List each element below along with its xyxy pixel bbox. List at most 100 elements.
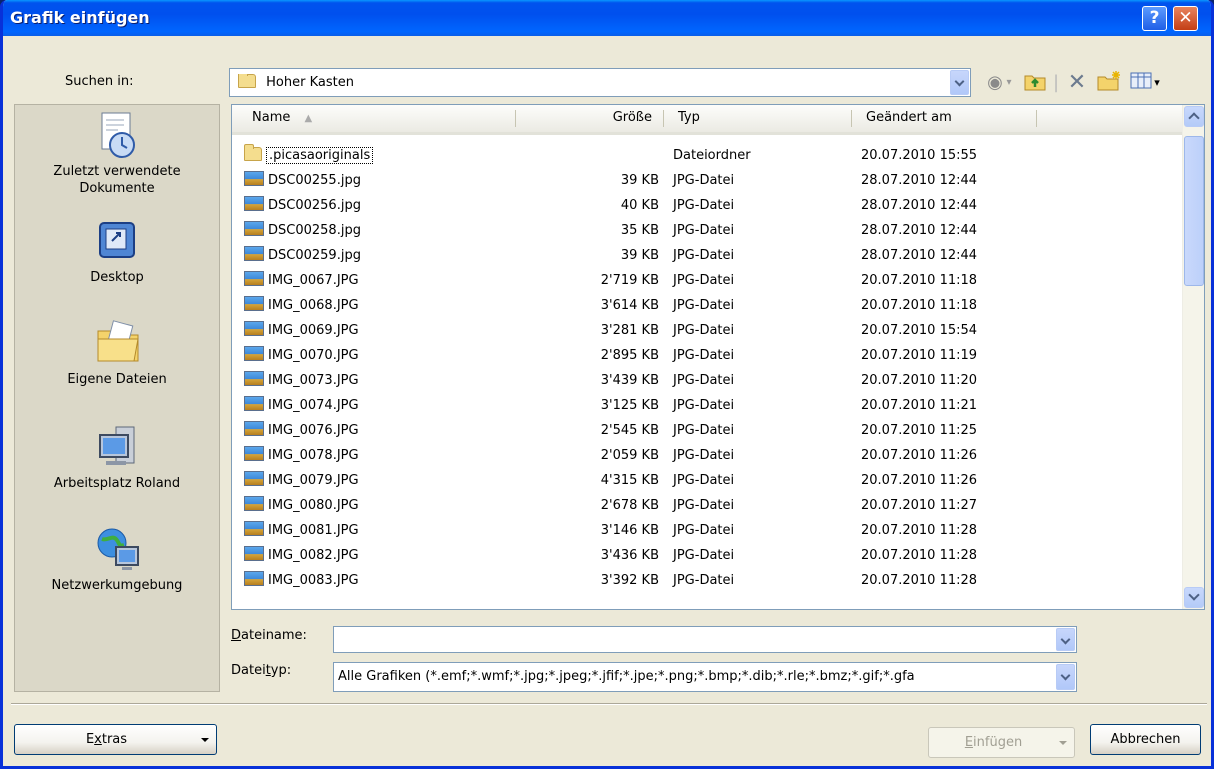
table-row[interactable]: IMG_0080.JPG 2'678 KB JPG-Datei 20.07.2010 … xyxy=(232,493,1184,518)
file-type: JPG-Datei xyxy=(673,173,735,188)
file-name-cell[interactable]: IMG_0067.JPG xyxy=(244,268,514,293)
file-size: 2'678 KB xyxy=(600,498,659,513)
file-name: IMG_0082.JPG xyxy=(268,548,359,563)
filename-input[interactable] xyxy=(336,629,1052,650)
table-row[interactable]: IMG_0076.JPG 2'545 KB JPG-Datei 20.07.2010 … xyxy=(232,418,1184,443)
extras-button[interactable]: Extras xyxy=(14,724,217,755)
file-name: IMG_0081.JPG xyxy=(268,523,359,538)
file-type: JPG-Datei xyxy=(673,498,735,513)
place-recent[interactable]: Zuletzt verwendete Dokumente xyxy=(15,111,219,197)
table-row[interactable]: IMG_0069.JPG 3'281 KB JPG-Datei 20.07.2010 … xyxy=(232,318,1184,343)
table-row[interactable]: IMG_0081.JPG 3'146 KB JPG-Datei 20.07.2010 … xyxy=(232,518,1184,543)
file-name-cell[interactable]: IMG_0081.JPG xyxy=(244,518,514,543)
table-row[interactable]: .picasaoriginals Dateiordner 20.07.2010 15… xyxy=(232,143,1184,168)
file-name-cell[interactable]: .picasaoriginals xyxy=(244,143,514,168)
look-in-combobox[interactable]: Hoher Kasten xyxy=(229,68,971,97)
table-row[interactable]: IMG_0070.JPG 2'895 KB JPG-Datei 20.07.2010 … xyxy=(232,343,1184,368)
file-list[interactable]: Name ▲ Größe Typ Geändert am .picasaorig… xyxy=(231,104,1205,610)
file-size: 3'436 KB xyxy=(600,548,659,563)
file-name-cell[interactable]: DSC00255.jpg xyxy=(244,168,514,193)
file-name-cell[interactable]: IMG_0074.JPG xyxy=(244,393,514,418)
column-header-size-text: Größe xyxy=(612,110,652,125)
table-row[interactable]: IMG_0068.JPG 3'614 KB JPG-Datei 20.07.2010 … xyxy=(232,293,1184,318)
file-type: JPG-Datei xyxy=(673,298,735,313)
file-name: IMG_0069.JPG xyxy=(268,323,359,338)
file-name-cell[interactable]: IMG_0079.JPG xyxy=(244,468,514,493)
views-dropdown-icon[interactable]: ▾ xyxy=(1150,70,1164,96)
close-button[interactable]: ✕ xyxy=(1173,6,1198,31)
file-name-cell[interactable]: DSC00259.jpg xyxy=(244,243,514,268)
table-row[interactable]: IMG_0083.JPG 3'392 KB JPG-Datei 20.07.2010 … xyxy=(232,568,1184,593)
file-size: 3'392 KB xyxy=(600,573,659,588)
image-file-icon xyxy=(244,271,264,286)
file-name-cell[interactable]: IMG_0069.JPG xyxy=(244,318,514,343)
file-name-cell[interactable]: IMG_0083.JPG xyxy=(244,568,514,593)
file-name-cell[interactable]: IMG_0073.JPG xyxy=(244,368,514,393)
table-row[interactable]: IMG_0067.JPG 2'719 KB JPG-Datei 20.07.2010 … xyxy=(232,268,1184,293)
table-row[interactable]: IMG_0074.JPG 3'125 KB JPG-Datei 20.07.2010 … xyxy=(232,393,1184,418)
chevron-down-icon[interactable] xyxy=(950,70,969,95)
image-file-icon xyxy=(244,396,264,411)
table-row[interactable]: DSC00256.jpg 40 KB JPG-Datei 28.07.2010 12:… xyxy=(232,193,1184,218)
filename-combobox[interactable] xyxy=(333,626,1077,653)
file-type: JPG-Datei xyxy=(673,423,735,438)
column-header-name[interactable]: Name ▲ xyxy=(238,105,516,132)
cancel-button[interactable]: Abbrechen xyxy=(1090,724,1201,755)
file-type: JPG-Datei xyxy=(673,348,735,363)
scroll-down-button[interactable] xyxy=(1184,587,1204,608)
file-name-cell[interactable]: IMG_0080.JPG xyxy=(244,493,514,518)
file-size: 40 KB xyxy=(620,198,659,213)
place-my-computer[interactable]: Arbeitsplatz Roland xyxy=(15,423,219,492)
file-name-cell[interactable]: IMG_0076.JPG xyxy=(244,418,514,443)
table-row[interactable]: DSC00259.jpg 39 KB JPG-Datei 28.07.2010 12:… xyxy=(232,243,1184,268)
place-network[interactable]: Netzwerkumgebung xyxy=(15,525,219,594)
back-dropdown-icon[interactable]: ▾ xyxy=(1002,70,1016,96)
delete-icon[interactable]: ✕ xyxy=(1064,70,1090,96)
file-name-cell[interactable]: IMG_0078.JPG xyxy=(244,443,514,468)
new-folder-icon[interactable] xyxy=(1096,70,1122,96)
insert-label-key: E xyxy=(964,735,974,750)
file-name-cell[interactable]: IMG_0082.JPG xyxy=(244,543,514,568)
vertical-scrollbar[interactable] xyxy=(1182,105,1204,609)
scroll-up-button[interactable] xyxy=(1184,106,1204,127)
chevron-down-icon[interactable] xyxy=(1056,664,1075,690)
file-size xyxy=(515,143,659,168)
file-type: JPG-Datei xyxy=(673,448,735,463)
table-row[interactable]: IMG_0078.JPG 2'059 KB JPG-Datei 20.07.2010 … xyxy=(232,443,1184,468)
places-bar: Zuletzt verwendete Dokumente Desktop Eig… xyxy=(14,104,220,692)
table-row[interactable]: IMG_0073.JPG 3'439 KB JPG-Datei 20.07.2010 … xyxy=(232,368,1184,393)
table-row[interactable]: DSC00258.jpg 35 KB JPG-Datei 28.07.2010 12:… xyxy=(232,218,1184,243)
file-name-cell[interactable]: IMG_0070.JPG xyxy=(244,343,514,368)
column-header-type[interactable]: Typ xyxy=(664,105,852,132)
place-my-documents[interactable]: Eigene Dateien xyxy=(15,319,219,388)
image-file-icon xyxy=(244,546,264,561)
help-button[interactable]: ? xyxy=(1142,6,1167,31)
file-name: DSC00258.jpg xyxy=(268,223,361,238)
table-row[interactable]: IMG_0082.JPG 3'436 KB JPG-Datei 20.07.2010 … xyxy=(232,543,1184,568)
sort-ascending-icon: ▲ xyxy=(304,113,313,124)
up-folder-icon[interactable] xyxy=(1022,70,1048,96)
filename-label-post: ateiname: xyxy=(241,628,307,643)
filetype-combobox[interactable]: Alle Grafiken (*.emf;*.wmf;*.jpg;*.jpeg;… xyxy=(333,662,1077,692)
column-header-size[interactable]: Größe xyxy=(516,105,660,132)
file-name-cell[interactable]: IMG_0068.JPG xyxy=(244,293,514,318)
place-desktop[interactable]: Desktop xyxy=(15,217,219,286)
image-file-icon xyxy=(244,421,264,436)
file-name-cell[interactable]: DSC00258.jpg xyxy=(244,218,514,243)
file-type: JPG-Datei xyxy=(673,323,735,338)
table-row[interactable]: IMG_0079.JPG 4'315 KB JPG-Datei 20.07.2010 … xyxy=(232,468,1184,493)
file-name: IMG_0078.JPG xyxy=(268,448,359,463)
file-name: DSC00259.jpg xyxy=(268,248,361,263)
file-modified: 28.07.2010 12:44 xyxy=(861,173,978,188)
file-size: 3'614 KB xyxy=(600,298,659,313)
file-name: IMG_0068.JPG xyxy=(268,298,359,313)
column-separator[interactable] xyxy=(1036,110,1037,127)
scroll-thumb[interactable] xyxy=(1184,136,1204,286)
column-header-modified[interactable]: Geändert am xyxy=(852,105,1036,132)
table-row[interactable]: DSC00255.jpg 39 KB JPG-Datei 28.07.2010 12:… xyxy=(232,168,1184,193)
title-bar[interactable]: Grafik einfügen ? ✕ xyxy=(3,0,1211,36)
insert-button[interactable]: Einfügen xyxy=(928,727,1075,758)
chevron-down-icon[interactable] xyxy=(1056,628,1075,651)
file-size: 3'125 KB xyxy=(600,398,659,413)
file-name-cell[interactable]: DSC00256.jpg xyxy=(244,193,514,218)
